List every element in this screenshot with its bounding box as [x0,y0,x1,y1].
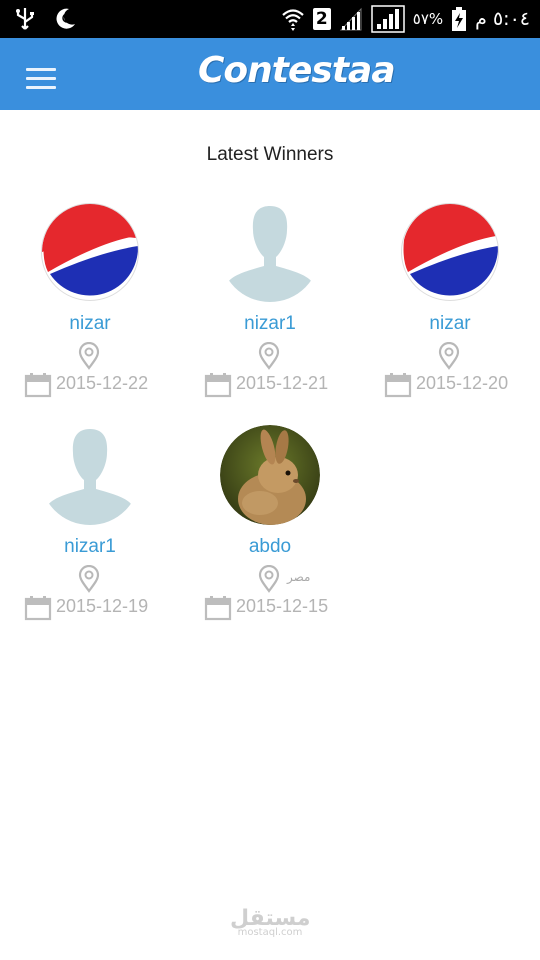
location-row [180,342,360,370]
status-right-icons: 2 ٥٧% ٥:٠٤ م [281,5,530,33]
status-bar: 2 ٥٧% ٥:٠٤ م [0,0,540,38]
moon-icon [56,8,75,29]
winner-name[interactable]: abdo [180,536,360,558]
winner-date: 2015-12-20 [416,373,509,393]
location-pin-icon [438,342,460,370]
winner-date: 2015-12-19 [56,596,149,616]
signal-icon [371,5,405,33]
pepsi-logo-avatar [400,202,500,302]
battery-icon [452,7,467,31]
status-left-icons [14,6,78,32]
location-row [360,342,540,370]
status-clock: ٥:٠٤ م [475,8,530,30]
calendar-icon [204,596,232,621]
winner-date: 2015-12-22 [56,373,149,393]
watermark: مستقل mostaql.com [230,906,310,938]
date-row: 2015-12-20 [384,370,534,398]
winner-name[interactable]: nizar [0,313,180,335]
pepsi-logo-avatar [40,202,140,302]
date-row: 2015-12-22 [24,370,174,398]
signal-icon [339,7,362,31]
location-pin-icon [78,565,100,593]
calendar-icon [384,373,412,398]
location-row [0,565,180,593]
user-silhouette-avatar [40,425,140,525]
user-silhouette-avatar [220,202,320,302]
calendar-icon [24,596,52,621]
location-pin-icon [258,565,280,593]
location-row: مصر [180,565,360,593]
calendar-icon [204,373,232,398]
hamburger-menu-icon[interactable] [26,68,58,90]
winner-name[interactable]: nizar1 [180,313,360,335]
date-row: 2015-12-15 [204,593,354,621]
sim-icon: 2 [312,8,331,30]
winner-location: مصر [287,570,311,584]
calendar-icon [24,373,52,398]
date-row: 2015-12-19 [24,593,174,621]
location-pin-icon [78,342,100,370]
winner-date: 2015-12-21 [236,373,329,393]
page-title: Latest Winners [206,144,334,165]
date-row: 2015-12-21 [204,370,354,398]
rabbit-photo-avatar [220,425,320,525]
winner-name[interactable]: nizar1 [0,536,180,558]
battery-percent: ٥٧% [412,10,444,28]
watermark-latin: mostaql.com [237,927,303,938]
winner-name[interactable]: nizar [360,313,540,335]
location-row [0,342,180,370]
location-pin-icon [258,342,280,370]
wifi-icon [282,9,304,31]
usb-icon [16,8,34,30]
winner-date: 2015-12-15 [236,596,329,616]
app-logo: Contestaa [198,50,396,91]
